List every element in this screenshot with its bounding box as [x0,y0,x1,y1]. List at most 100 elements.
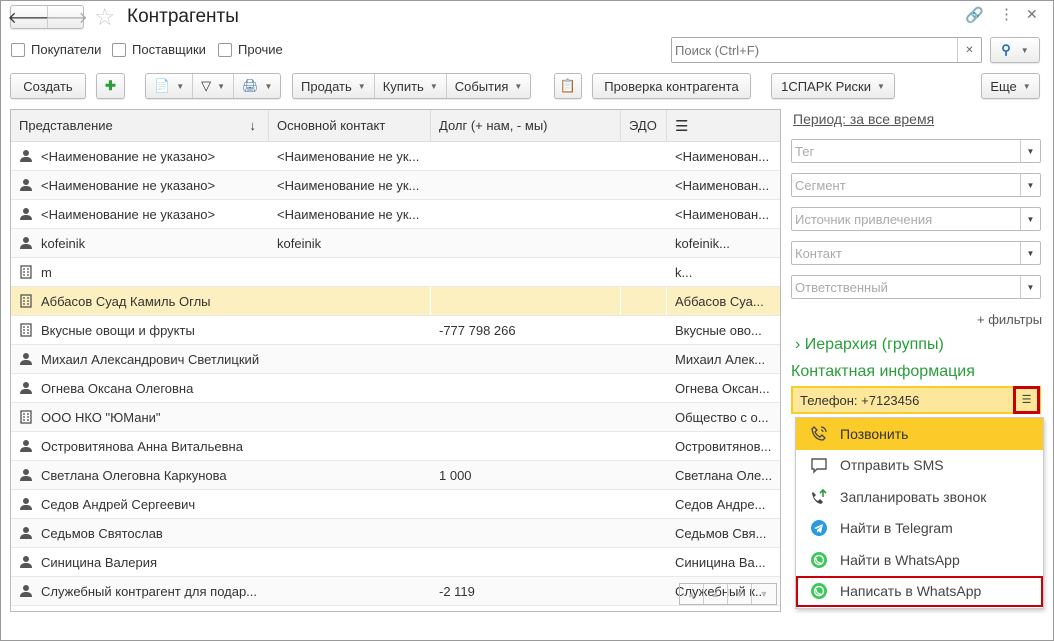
cell-extra: <Наименован... [675,177,770,193]
cell-name: Аббасов Суад Камиль Оглы [11,287,269,315]
column-header[interactable]: Представление ↓ [11,110,269,141]
more-button[interactable]: Еще ▼ [981,73,1040,99]
prev-page-icon[interactable]: ▲ [704,584,728,604]
filter-suppliers[interactable]: Поставщики [112,42,206,57]
forward-button[interactable]: 🡒 [45,6,88,28]
table-row[interactable]: m k... [11,258,780,287]
first-page-icon[interactable]: ▲ [680,584,704,604]
name: Аббасов Суад Камиль Оглы [41,293,211,309]
organization-icon [19,294,33,308]
table-row[interactable]: <Наименование не указано> <Наименование … [11,142,780,171]
chevron-right-icon: › [795,336,805,353]
filter-buyers[interactable]: Покупатели [11,42,101,57]
column-settings-icon[interactable]: ☰ [667,110,780,141]
create-button[interactable]: Создать [10,73,86,99]
table-row[interactable]: ООО НКО "ЮМани" Общество с о... [11,403,780,432]
menu-item-phone-call[interactable]: Позвонить [796,418,1043,450]
cell-extra: kofeinik... [675,235,730,251]
table-row[interactable]: Служебный контрагент для подар... -2 119… [11,577,780,606]
favorite-star-icon[interactable]: ☆ [94,3,116,32]
phone-actions-menu: Позвонить Отправить SMS Запланировать звон… [795,417,1044,609]
label: Найти в WhatsApp [840,551,960,568]
export-button[interactable]: 📋 [554,73,582,99]
table-row[interactable]: Седьмов Святослав Седьмов Свя... [11,519,780,548]
table-row[interactable]: Аббасов Суад Камиль Оглы Аббасов Суа... [11,287,780,316]
create-document-button[interactable]: ✚ [96,73,125,99]
hierarchy-toggle[interactable]: › Иерархия (группы) [795,336,944,354]
filter-other[interactable]: Прочие [218,42,283,57]
menu-item-whatsapp[interactable]: Найти в WhatsApp [796,544,1043,576]
cell-name: Островитянова Анна Витальевна [11,432,269,460]
chevron-down-icon[interactable]: ▼ [1020,208,1040,230]
close-icon[interactable]: ✕ [1026,6,1038,23]
menu-item-schedule-call[interactable]: Запланировать звонок [796,481,1043,513]
menu-item-sms[interactable]: Отправить SMS [796,450,1043,482]
cell-debt [431,490,621,518]
table-row[interactable]: kofeinik kofeinik kofeinik... [11,229,780,258]
cell-contact [269,461,431,489]
name: <Наименование не указано> [41,148,216,164]
tag-field[interactable]: Тег ▼ [791,139,1041,163]
cell-debt [431,403,621,431]
cell-edo [621,403,667,431]
chevron-down-icon[interactable]: ▼ [1020,242,1040,264]
clear-search-button[interactable]: ✕ [957,38,981,62]
table-row[interactable]: Синицина Валерия Синицина Ва... [11,548,780,577]
name: <Наименование не указано> [41,177,216,193]
link-icon[interactable]: 🔗 [965,6,984,24]
filter-button[interactable]: ▽ ▼ [193,74,235,98]
table-row[interactable]: Михаил Александрович Светлицкий Михаил А… [11,345,780,374]
back-button[interactable]: 🡐 [8,6,50,28]
more-vert-icon[interactable]: ⋮ [999,5,1014,23]
whatsapp-icon [810,551,828,569]
label: Позвонить [840,425,909,442]
cell-contact [269,490,431,518]
label: Поставщики [132,42,206,57]
print-button[interactable]: 🖨 ▼ [234,74,280,98]
phone-actions-button[interactable]: ☰ [1013,386,1040,414]
events-button[interactable]: События ▼ [447,74,531,98]
chevron-down-icon[interactable]: ▼ [1020,276,1040,298]
period-link[interactable]: Период: за все время [793,111,934,127]
table-row[interactable]: Огнева Оксана Олеговна Огнева Оксан... [11,374,780,403]
responsible-field[interactable]: Ответственный ▼ [791,275,1041,299]
last-page-icon[interactable]: ▼ [752,584,776,604]
buy-button[interactable]: Купить ▼ [375,74,447,98]
print-icon: 🖨 [242,78,259,93]
menu-item-whatsapp[interactable]: Написать в WhatsApp [796,575,1043,607]
more-filters-link[interactable]: + фильтры [977,312,1042,327]
column-header[interactable]: Долг (+ нам, - мы) [431,110,621,141]
name: ООО НКО "ЮМани" [41,409,161,425]
phone-field[interactable]: Телефон: +7123456 [791,386,1041,414]
contact-field[interactable]: Контакт ▼ [791,241,1041,265]
table-row[interactable]: Островитянова Анна Витальевна Островитян… [11,432,780,461]
table-row[interactable]: Светлана Олеговна Каркунова 1 000 Светла… [11,461,780,490]
cell-edo [621,229,667,257]
label: 1СПАРК Риски [781,78,871,94]
filter-icon: ▽ [201,78,212,93]
table-row[interactable]: <Наименование не указано> <Наименование … [11,171,780,200]
source-field[interactable]: Источник привлечения ▼ [791,207,1041,231]
next-page-icon[interactable]: ▼ [728,584,752,604]
search-input[interactable] [672,38,957,62]
column-header[interactable]: Основной контакт [269,110,431,141]
table-row[interactable]: Вкусные овощи и фрукты -777 798 266 Вкус… [11,316,780,345]
spark-risks-button[interactable]: 1СПАРК Риски ▼ [771,73,895,99]
search-button[interactable]: ⚲ ▼ [990,37,1040,63]
chevron-down-icon[interactable]: ▼ [1020,140,1040,162]
name: Островитянова Анна Витальевна [41,438,243,454]
table-row[interactable]: Седов Андрей Сергеевич Седов Андре... [11,490,780,519]
report-button[interactable]: 📄 ▼ [146,74,194,98]
cell-extra: <Наименован... [675,148,770,164]
cell-debt [431,345,621,373]
placeholder: Источник привлечения [795,211,933,227]
sell-button[interactable]: Продать ▼ [293,74,375,98]
cell-contact: <Наименование не ук... [277,148,420,164]
chevron-down-icon[interactable]: ▼ [1020,174,1040,196]
segment-field[interactable]: Сегмент ▼ [791,173,1041,197]
table-row[interactable]: <Наименование не указано> <Наименование … [11,200,780,229]
cell-name: ООО НКО "ЮМани" [11,403,269,431]
menu-item-telegram[interactable]: Найти в Telegram [796,513,1043,545]
column-header[interactable]: ЭДО [621,110,667,141]
check-counterparty-button[interactable]: Проверка контрагента [592,73,751,99]
